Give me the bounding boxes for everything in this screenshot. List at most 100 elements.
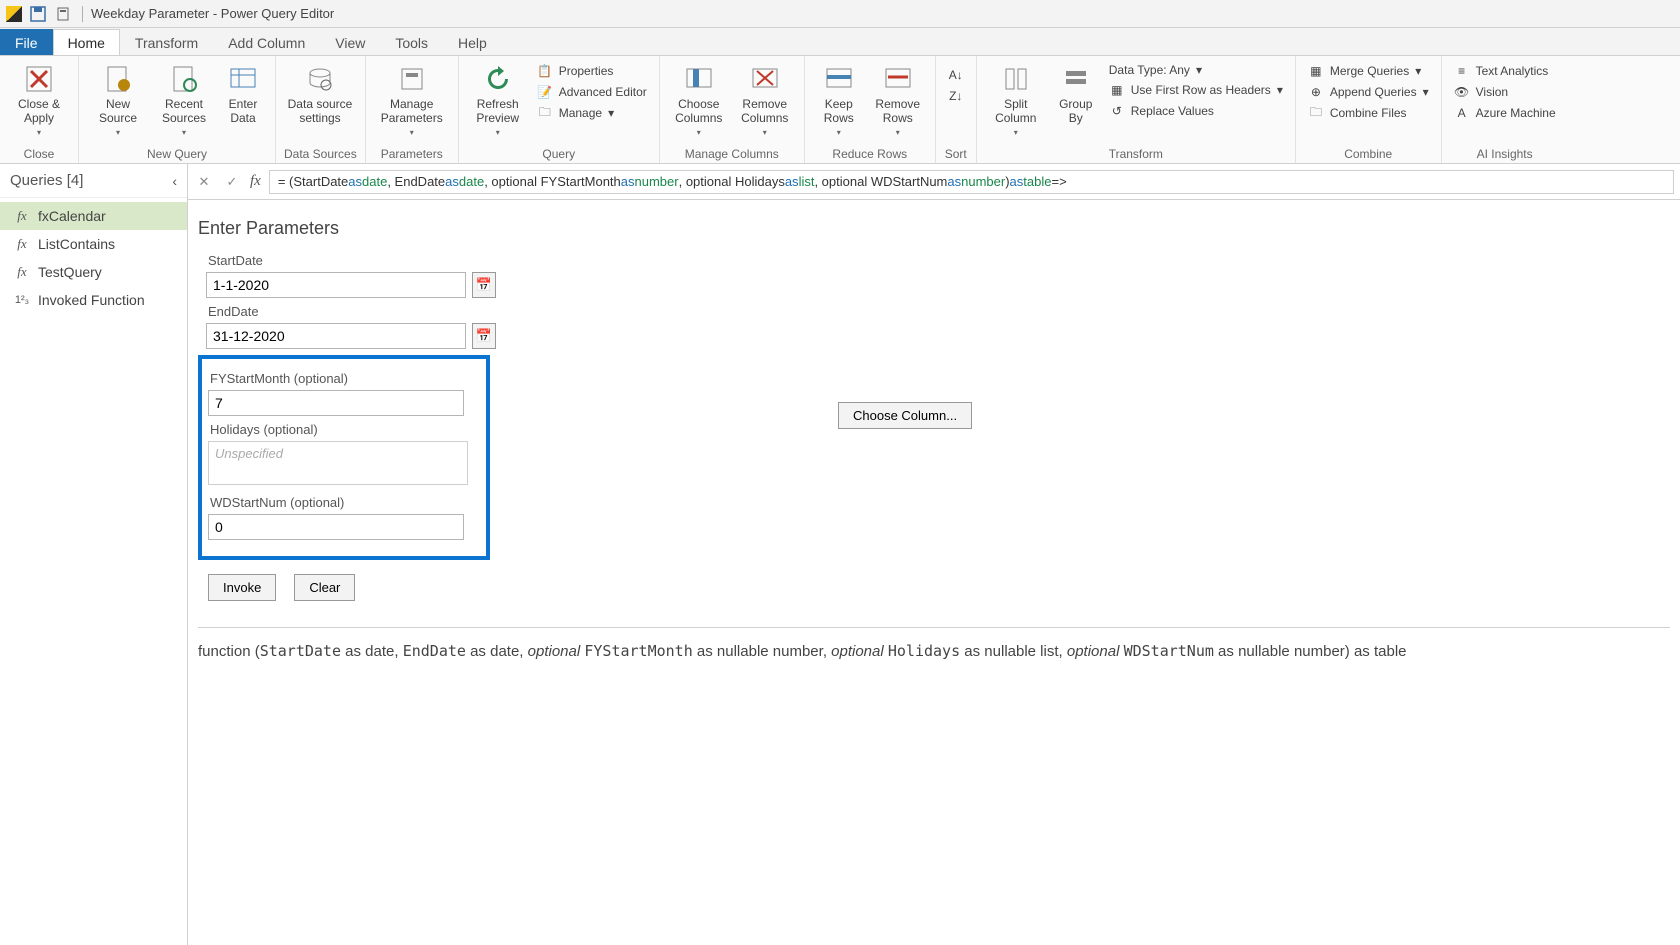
fx-indicator-icon: fx bbox=[250, 173, 261, 190]
save-icon[interactable] bbox=[30, 6, 46, 22]
sort-desc-icon: Z↓ bbox=[948, 88, 964, 104]
recent-sources-button[interactable]: Recent Sources▾ bbox=[153, 60, 215, 137]
query-item-listcontains[interactable]: fxListContains bbox=[0, 230, 187, 258]
text-analytics-icon: ≡ bbox=[1454, 63, 1470, 79]
replace-values-icon: ↺ bbox=[1109, 103, 1125, 119]
data-type-button[interactable]: Data Type: Any ▾ bbox=[1105, 62, 1287, 78]
formula-bar: ✕ ✓ fx = (StartDate as date , EndDate as… bbox=[188, 164, 1680, 200]
group-label-query: Query bbox=[467, 147, 651, 161]
tab-transform[interactable]: Transform bbox=[120, 29, 213, 55]
merge-queries-button[interactable]: ▦Merge Queries ▾ bbox=[1304, 62, 1433, 80]
fystart-input[interactable] bbox=[208, 390, 464, 416]
enter-data-button[interactable]: Enter Data bbox=[219, 60, 267, 126]
properties-button[interactable]: 📋Properties bbox=[533, 62, 651, 80]
query-item-testquery[interactable]: fxTestQuery bbox=[0, 258, 187, 286]
qat-divider bbox=[82, 6, 83, 22]
cancel-formula-icon[interactable]: ✕ bbox=[194, 172, 214, 192]
ribbon-group-sort: A↓ Z↓ Sort bbox=[936, 56, 977, 163]
close-apply-label: Close & Apply bbox=[18, 98, 60, 126]
tab-tools[interactable]: Tools bbox=[380, 29, 443, 55]
text-analytics-button[interactable]: ≡Text Analytics bbox=[1450, 62, 1560, 80]
choose-column-button[interactable]: Choose Column... bbox=[838, 402, 972, 429]
title-bar: Weekday Parameter - Power Query Editor bbox=[0, 0, 1680, 28]
fx-icon: fx bbox=[14, 236, 30, 252]
group-label-parameters: Parameters bbox=[374, 147, 450, 161]
remove-rows-button[interactable]: Remove Rows▾ bbox=[869, 60, 927, 137]
main-area: ✕ ✓ fx = (StartDate as date , EndDate as… bbox=[188, 164, 1680, 945]
app-icon bbox=[6, 6, 22, 22]
enter-parameters-title: Enter Parameters bbox=[198, 218, 1670, 239]
wdstart-input[interactable] bbox=[208, 514, 464, 540]
ribbon-group-manage-columns: Choose Columns▾ Remove Columns▾ Manage C… bbox=[660, 56, 805, 163]
startdate-input[interactable] bbox=[206, 272, 466, 298]
tab-view[interactable]: View bbox=[320, 29, 380, 55]
manage-parameters-icon bbox=[395, 62, 429, 96]
fystart-label: FYStartMonth (optional) bbox=[210, 371, 480, 386]
manage-icon: 🗀 bbox=[537, 105, 553, 121]
append-queries-button[interactable]: ⊕Append Queries ▾ bbox=[1304, 83, 1433, 101]
vision-button[interactable]: 👁Vision bbox=[1450, 83, 1560, 101]
invoke-button[interactable]: Invoke bbox=[208, 574, 276, 601]
clear-button[interactable]: Clear bbox=[294, 574, 355, 601]
group-label-reducerows: Reduce Rows bbox=[813, 147, 927, 161]
manage-parameters-button[interactable]: Manage Parameters▾ bbox=[374, 60, 450, 137]
fx-icon: fx bbox=[14, 264, 30, 280]
query-item-invoked-function[interactable]: 1²₃Invoked Function bbox=[0, 286, 187, 314]
commit-formula-icon[interactable]: ✓ bbox=[222, 172, 242, 192]
merge-icon: ▦ bbox=[1308, 63, 1324, 79]
manage-query-button[interactable]: 🗀Manage ▾ bbox=[533, 104, 651, 122]
choose-columns-button[interactable]: Choose Columns▾ bbox=[668, 60, 730, 137]
enter-data-icon bbox=[226, 62, 260, 96]
function-signature: function (StartDate as date, EndDate as … bbox=[198, 627, 1670, 660]
keep-rows-icon bbox=[822, 62, 856, 96]
group-label-ai: AI Insights bbox=[1450, 147, 1560, 161]
choose-column-container: Choose Column... bbox=[838, 402, 972, 429]
azure-icon: A bbox=[1454, 105, 1470, 121]
formula-input[interactable]: = (StartDate as date , EndDate as date ,… bbox=[269, 170, 1674, 194]
startdate-label: StartDate bbox=[208, 253, 1670, 268]
sort-asc-button[interactable]: A↓ bbox=[944, 66, 968, 84]
tab-help[interactable]: Help bbox=[443, 29, 502, 55]
first-row-headers-button[interactable]: ▦Use First Row as Headers ▾ bbox=[1105, 81, 1287, 99]
remove-rows-icon bbox=[881, 62, 915, 96]
properties-icon: 📋 bbox=[537, 63, 553, 79]
close-apply-button[interactable]: Close & Apply▾ bbox=[8, 60, 70, 137]
choose-columns-icon bbox=[682, 62, 716, 96]
tab-home[interactable]: Home bbox=[53, 29, 120, 55]
collapse-queries-icon[interactable]: ‹ bbox=[172, 173, 177, 189]
group-label-combine: Combine bbox=[1304, 147, 1433, 161]
azure-ml-button[interactable]: AAzure Machine bbox=[1450, 104, 1560, 122]
tab-file[interactable]: File bbox=[0, 29, 53, 55]
ribbon-group-new-query: New Source▾ Recent Sources▾ Enter Data N… bbox=[79, 56, 276, 163]
holidays-label: Holidays (optional) bbox=[210, 422, 480, 437]
undo-icon[interactable] bbox=[56, 6, 72, 22]
advanced-editor-button[interactable]: 📝Advanced Editor bbox=[533, 83, 651, 101]
group-by-button[interactable]: Group By bbox=[1051, 60, 1101, 126]
refresh-icon bbox=[481, 62, 515, 96]
number-icon: 1²₃ bbox=[14, 294, 30, 306]
holidays-placeholder[interactable]: Unspecified bbox=[208, 441, 468, 485]
ribbon: Close & Apply▾ Close New Source▾ Recent … bbox=[0, 56, 1680, 164]
data-source-settings-button[interactable]: Data source settings bbox=[284, 60, 356, 126]
new-source-icon bbox=[101, 62, 135, 96]
enddate-picker-button[interactable]: 📅 bbox=[472, 323, 496, 349]
remove-columns-icon bbox=[748, 62, 782, 96]
enddate-input[interactable] bbox=[206, 323, 466, 349]
startdate-picker-button[interactable]: 📅 bbox=[472, 272, 496, 298]
append-icon: ⊕ bbox=[1308, 84, 1324, 100]
keep-rows-button[interactable]: Keep Rows▾ bbox=[813, 60, 865, 137]
refresh-preview-button[interactable]: Refresh Preview▾ bbox=[467, 60, 529, 137]
highlighted-params-box: FYStartMonth (optional) Holidays (option… bbox=[198, 355, 490, 560]
new-source-button[interactable]: New Source▾ bbox=[87, 60, 149, 137]
group-by-icon bbox=[1059, 62, 1093, 96]
queries-header: Queries [4] bbox=[10, 172, 83, 189]
split-column-button[interactable]: Split Column▾ bbox=[985, 60, 1047, 137]
window-title: Weekday Parameter - Power Query Editor bbox=[91, 6, 334, 21]
sort-desc-button[interactable]: Z↓ bbox=[944, 87, 968, 105]
tab-add-column[interactable]: Add Column bbox=[213, 29, 320, 55]
query-item-fxcalendar[interactable]: fxfxCalendar bbox=[0, 202, 187, 230]
replace-values-button[interactable]: ↺Replace Values bbox=[1105, 102, 1287, 120]
group-label-sort: Sort bbox=[944, 147, 968, 161]
combine-files-button[interactable]: 🗀Combine Files bbox=[1304, 104, 1433, 122]
remove-columns-button[interactable]: Remove Columns▾ bbox=[734, 60, 796, 137]
